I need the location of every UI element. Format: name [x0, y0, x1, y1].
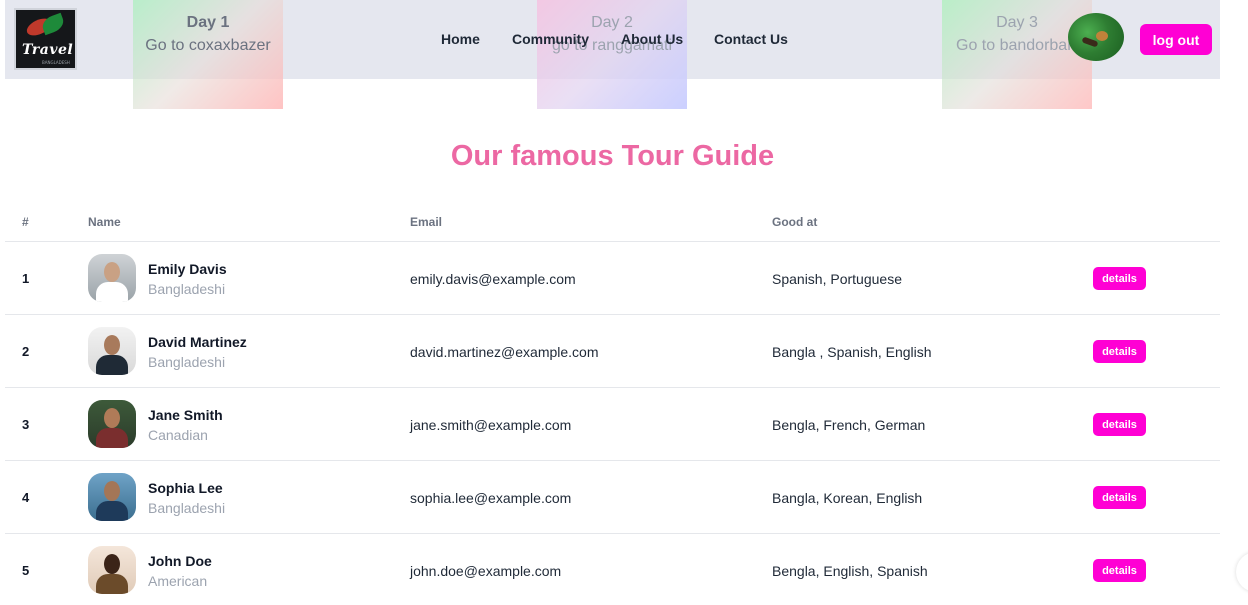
- details-button[interactable]: details: [1093, 413, 1146, 436]
- user-avatar[interactable]: [1068, 13, 1124, 61]
- details-button[interactable]: details: [1093, 559, 1146, 582]
- guide-nationality: Bangladeshi: [148, 354, 226, 370]
- guide-photo: [88, 327, 136, 375]
- guide-skills: Bangla , Spanish, English: [772, 344, 932, 360]
- day-title: Day 2: [591, 14, 633, 31]
- logo-leaf: [39, 12, 67, 36]
- row-number: 1: [22, 271, 30, 286]
- guide-email: david.martinez@example.com: [410, 344, 599, 360]
- guide-skills: Bangla, Korean, English: [772, 490, 923, 506]
- guide-table: # Name Email Good at 1 Emily Davis Bangl…: [5, 200, 1220, 605]
- guide-photo: [88, 254, 136, 302]
- table-row: 1 Emily Davis Bangladeshi emily.davis@ex…: [5, 242, 1220, 315]
- avatar-detail: [1096, 31, 1108, 41]
- guide-photo: [88, 400, 136, 448]
- brand-logo[interactable]: Travel BANGLADESH: [14, 8, 77, 70]
- guide-skills: Spanish, Portuguese: [772, 271, 902, 287]
- day-subtitle: Go to bandorban: [956, 37, 1077, 54]
- details-button[interactable]: details: [1093, 486, 1146, 509]
- details-button[interactable]: details: [1093, 267, 1146, 290]
- nav-link-about-us[interactable]: About Us: [621, 31, 683, 47]
- day-card-3: Day 3 Go to bandorban: [942, 0, 1092, 109]
- column-header-number: #: [22, 215, 29, 229]
- table-header: # Name Email Good at: [5, 200, 1220, 242]
- guide-nationality: Canadian: [148, 427, 208, 443]
- table-row: 5 John Doe American john.doe@example.com…: [5, 534, 1220, 605]
- day-card-2: Day 2 go to ranggamati: [537, 0, 687, 109]
- guide-name: Jane Smith: [148, 407, 223, 423]
- row-number: 3: [22, 417, 30, 432]
- row-number: 5: [22, 563, 30, 578]
- day-card-1: Day 1 Go to coxaxbazer: [133, 0, 283, 109]
- guide-email: sophia.lee@example.com: [410, 490, 572, 506]
- row-number: 4: [22, 490, 30, 505]
- guide-nationality: Bangladeshi: [148, 500, 226, 516]
- guide-email: emily.davis@example.com: [410, 271, 576, 287]
- guide-name: John Doe: [148, 553, 212, 569]
- column-header-email: Email: [410, 215, 443, 229]
- logo-subtext: BANGLADESH: [42, 60, 70, 65]
- day-subtitle: Go to coxaxbazer: [145, 37, 271, 54]
- section-title: Our famous Tour Guide: [450, 140, 775, 172]
- column-header-good-at: Good at: [772, 215, 818, 229]
- logo-text: Travel: [22, 42, 74, 58]
- guide-nationality: American: [148, 573, 208, 589]
- guide-name: Sophia Lee: [148, 480, 223, 496]
- guide-photo: [88, 546, 136, 594]
- guide-skills: Bengla, English, Spanish: [772, 563, 928, 579]
- logout-button[interactable]: log out: [1140, 24, 1212, 55]
- guide-skills: Bengla, French, German: [772, 417, 926, 433]
- scroll-top-button[interactable]: [1236, 552, 1248, 592]
- nav-link-home[interactable]: Home: [441, 31, 480, 47]
- guide-nationality: Bangladeshi: [148, 281, 226, 297]
- guide-name: David Martinez: [148, 334, 247, 350]
- guide-photo: [88, 473, 136, 521]
- guide-email: john.doe@example.com: [410, 563, 562, 579]
- column-header-name: Name: [88, 215, 121, 229]
- table-row: 3 Jane Smith Canadian jane.smith@example…: [5, 388, 1220, 461]
- details-button[interactable]: details: [1093, 340, 1146, 363]
- row-number: 2: [22, 344, 30, 359]
- guide-name: Emily Davis: [148, 261, 227, 277]
- table-row: 4 Sophia Lee Bangladeshi sophia.lee@exam…: [5, 461, 1220, 534]
- table-row: 2 David Martinez Bangladeshi david.marti…: [5, 315, 1220, 388]
- guide-email: jane.smith@example.com: [410, 417, 572, 433]
- day-title: Day 1: [186, 14, 230, 31]
- nav-link-contact-us[interactable]: Contact Us: [714, 31, 788, 47]
- nav-link-community[interactable]: Community: [512, 31, 589, 47]
